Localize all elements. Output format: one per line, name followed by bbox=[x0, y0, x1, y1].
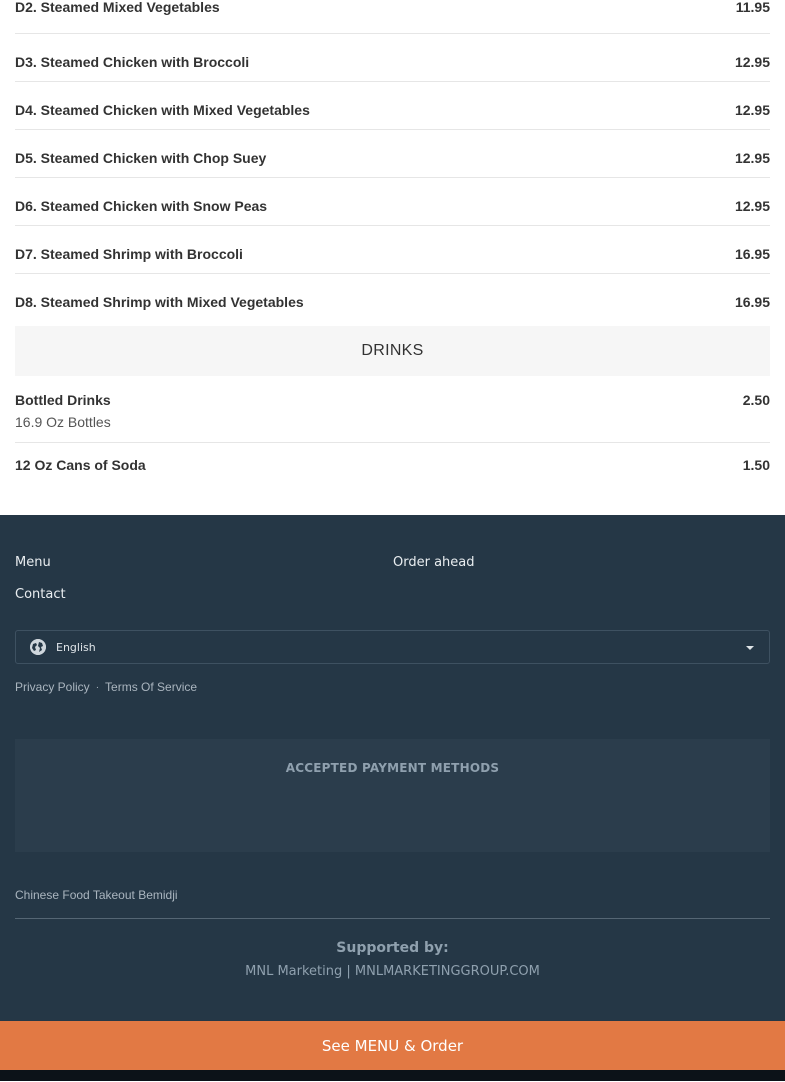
takeout-link[interactable]: Chinese Food Takeout Bemidji bbox=[15, 888, 178, 902]
menu-item[interactable]: 12 Oz Cans of Soda 1.50 bbox=[15, 443, 770, 519]
language-selected: English bbox=[56, 640, 96, 654]
menu-item-description: 16.9 Oz Bottles bbox=[15, 414, 111, 430]
menu-item-name: D7. Steamed Shrimp with Broccoli bbox=[15, 246, 243, 262]
bottom-bar bbox=[0, 1070, 785, 1081]
language-select[interactable]: English bbox=[15, 630, 770, 664]
menu-item[interactable]: D4. Steamed Chicken with Mixed Vegetable… bbox=[15, 82, 770, 130]
terms-of-service-link[interactable]: Terms Of Service bbox=[105, 680, 197, 694]
payment-methods-panel: ACCEPTED PAYMENT METHODS bbox=[15, 739, 770, 852]
menu-item[interactable]: Bottled Drinks 2.50 16.9 Oz Bottles bbox=[15, 376, 770, 443]
menu-item-name: D2. Steamed Mixed Vegetables bbox=[15, 0, 220, 15]
menu-item-name: D4. Steamed Chicken with Mixed Vegetable… bbox=[15, 102, 310, 118]
footer-link-contact[interactable]: Contact bbox=[15, 587, 66, 602]
globe-icon bbox=[30, 639, 46, 655]
menu-item-price: 12.95 bbox=[734, 198, 770, 214]
supported-by-label: Supported by: bbox=[336, 940, 449, 956]
privacy-policy-link[interactable]: Privacy Policy bbox=[15, 680, 90, 694]
legal-links: Privacy Policy · Terms Of Service bbox=[15, 680, 197, 694]
menu-item-price: 2.50 bbox=[742, 392, 770, 408]
menu-items-list: D2. Steamed Mixed Vegetables 11.95 D3. S… bbox=[0, 0, 785, 326]
menu-item-name: Bottled Drinks bbox=[15, 392, 111, 408]
footer-link-order-ahead[interactable]: Order ahead bbox=[393, 555, 475, 570]
menu-item[interactable]: D3. Steamed Chicken with Broccoli 12.95 bbox=[15, 34, 770, 82]
menu-item-name: D3. Steamed Chicken with Broccoli bbox=[15, 54, 250, 70]
section-title: DRINKS bbox=[361, 342, 424, 359]
credit-link[interactable]: MNL Marketing | MNLMARKETINGGROUP.COM bbox=[0, 964, 785, 979]
drinks-list: Bottled Drinks 2.50 16.9 Oz Bottles 12 O… bbox=[0, 376, 785, 519]
menu-item-price: 1.50 bbox=[742, 457, 770, 473]
footer-divider bbox=[15, 918, 770, 919]
menu-item[interactable]: D2. Steamed Mixed Vegetables 11.95 bbox=[15, 0, 770, 34]
menu-item-name: D8. Steamed Shrimp with Mixed Vegetables bbox=[15, 294, 304, 310]
menu-item-price: 12.95 bbox=[734, 150, 770, 166]
menu-item-price: 16.95 bbox=[734, 294, 770, 310]
site-footer: Menu Order ahead Contact English Privacy… bbox=[0, 515, 785, 1021]
footer-link-menu[interactable]: Menu bbox=[15, 555, 51, 570]
cta-label: See MENU & Order bbox=[321, 1036, 464, 1055]
payment-methods-title: ACCEPTED PAYMENT METHODS bbox=[285, 761, 500, 775]
menu-item-name: D5. Steamed Chicken with Chop Suey bbox=[15, 150, 267, 166]
section-header-drinks: DRINKS bbox=[15, 326, 770, 376]
menu-item-name: D6. Steamed Chicken with Snow Peas bbox=[15, 198, 268, 214]
see-menu-order-button[interactable]: See MENU & Order bbox=[0, 1021, 785, 1070]
menu-item[interactable]: D8. Steamed Shrimp with Mixed Vegetables… bbox=[15, 274, 770, 326]
menu-item[interactable]: D6. Steamed Chicken with Snow Peas 12.95 bbox=[15, 178, 770, 226]
menu-item-name: 12 Oz Cans of Soda bbox=[15, 457, 146, 473]
separator: · bbox=[95, 681, 100, 693]
menu-item-price: 12.95 bbox=[734, 54, 770, 70]
menu-item-price: 16.95 bbox=[734, 246, 770, 262]
chevron-down-icon bbox=[746, 646, 754, 650]
menu-item-price: 12.95 bbox=[734, 102, 770, 118]
menu-item[interactable]: D7. Steamed Shrimp with Broccoli 16.95 bbox=[15, 226, 770, 274]
menu-item-price: 11.95 bbox=[735, 0, 770, 15]
menu-item[interactable]: D5. Steamed Chicken with Chop Suey 12.95 bbox=[15, 130, 770, 178]
